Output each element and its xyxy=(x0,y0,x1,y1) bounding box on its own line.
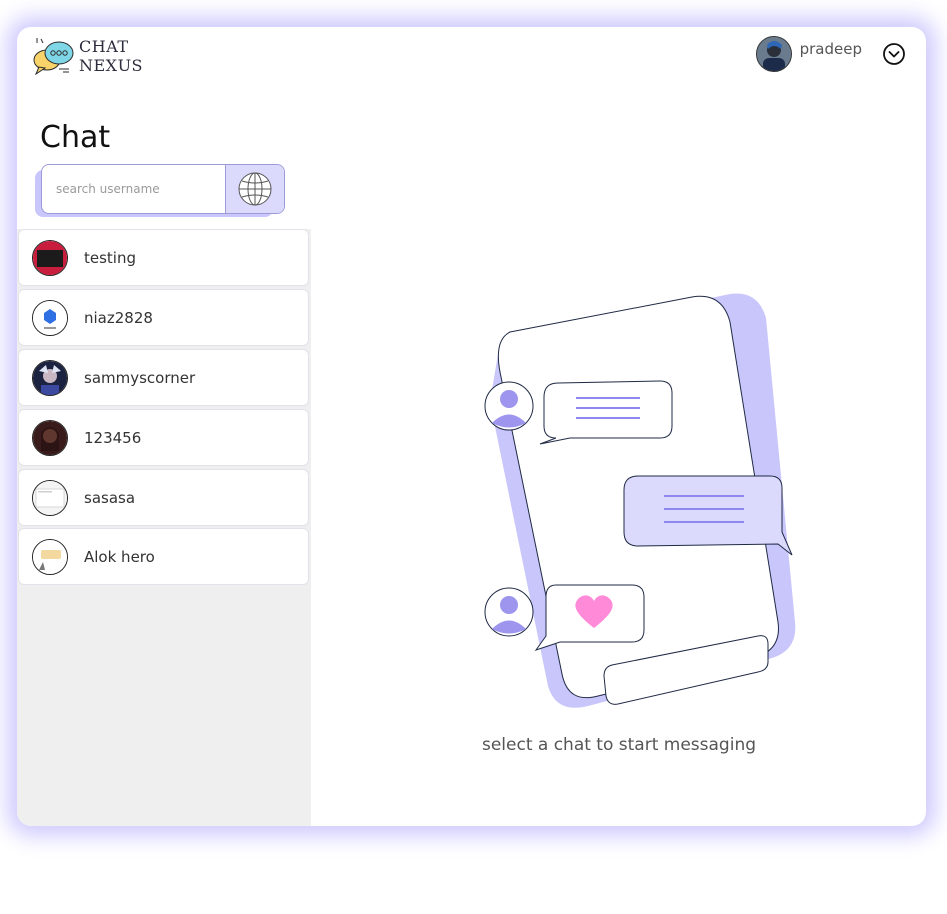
avatar xyxy=(32,359,68,396)
contact-name: testing xyxy=(84,248,137,267)
chevron-down-circle-icon xyxy=(883,43,905,65)
contact-item[interactable]: sammyscorner xyxy=(18,349,309,406)
contact-avatar-image xyxy=(33,420,67,455)
search-box xyxy=(41,164,285,214)
contact-item[interactable]: sasasa xyxy=(18,469,309,526)
contact-list: testing niaz2828 sammyscorner 123456 sas… xyxy=(17,229,311,826)
contact-name: Alok hero xyxy=(84,547,155,566)
contact-name: 123456 xyxy=(84,428,142,447)
globe-icon xyxy=(238,172,272,206)
contact-name: sammyscorner xyxy=(84,368,196,387)
contact-item[interactable]: niaz2828 xyxy=(18,289,309,346)
contact-avatar-image xyxy=(33,539,67,574)
chat-bubbles-logo-icon xyxy=(33,38,74,75)
page-title: Chat xyxy=(40,120,111,155)
avatar xyxy=(32,299,68,336)
brand-line-2: NEXUS xyxy=(79,56,144,75)
brand-name: CHAT NEXUS xyxy=(79,37,143,75)
brand-line-1: CHAT xyxy=(79,37,129,56)
avatar xyxy=(32,239,68,276)
user-menu[interactable]: pradeep xyxy=(755,36,906,72)
contact-avatar-image xyxy=(33,240,67,275)
avatar xyxy=(32,479,68,516)
search-bar xyxy=(35,164,285,217)
contact-avatar-image xyxy=(33,300,67,335)
contact-item[interactable]: Alok hero xyxy=(18,528,309,585)
empty-state-message: select a chat to start messaging xyxy=(481,735,757,755)
app-window: CHAT NEXUS pradeep Chat search username … xyxy=(17,27,926,826)
avatar xyxy=(32,419,68,456)
contact-avatar-image xyxy=(33,480,67,515)
chat-phone-illustration-icon xyxy=(484,293,796,708)
user-avatar-image xyxy=(756,37,791,71)
search-input[interactable] xyxy=(42,165,225,213)
contact-name: niaz2828 xyxy=(84,308,153,327)
contact-avatar-image xyxy=(33,360,67,395)
contact-item[interactable]: testing xyxy=(18,229,309,286)
avatar[interactable] xyxy=(755,36,792,72)
avatar xyxy=(32,538,68,575)
contact-item[interactable]: 123456 xyxy=(18,409,309,466)
user-name: pradeep xyxy=(799,40,862,58)
contact-name: sasasa xyxy=(84,488,136,507)
search-button[interactable] xyxy=(225,165,284,213)
user-dropdown-button[interactable] xyxy=(882,42,906,66)
brand[interactable]: CHAT NEXUS xyxy=(33,35,143,75)
